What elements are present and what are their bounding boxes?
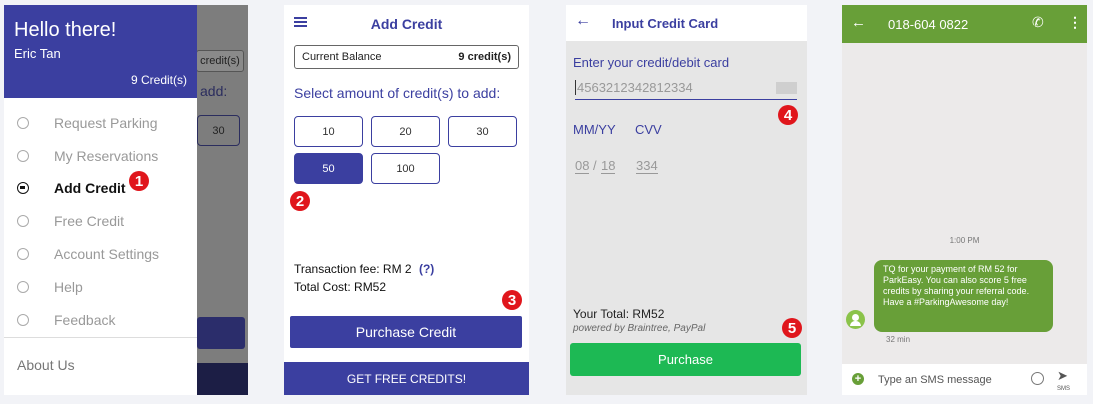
credit-option-50[interactable]: 50 [294, 153, 363, 184]
expiry-label: MM/YY [573, 122, 616, 137]
message-age: 32 min [886, 335, 911, 344]
app-bar: Add Credit [284, 5, 529, 41]
more-options-icon[interactable]: ⋮ [1068, 14, 1082, 31]
nav-label: Feedback [54, 312, 116, 328]
card-number-field[interactable]: 4563212342812334 [575, 80, 797, 100]
input-credit-card-screen: ← Input Credit Card Enter your credit/de… [566, 5, 807, 395]
nav-help[interactable]: Help [4, 272, 197, 302]
nav-account-settings[interactable]: Account Settings [4, 239, 197, 269]
user-name: Eric Tan [14, 46, 61, 61]
page-title: Input Credit Card [612, 16, 719, 31]
nav-request-parking[interactable]: Request Parking [4, 108, 197, 138]
fee-text: Transaction fee: RM 2 [294, 262, 412, 276]
nav-label: My Reservations [54, 148, 159, 164]
your-total: Your Total: RM52 [573, 307, 665, 321]
back-arrow-icon[interactable]: ← [575, 12, 591, 30]
car-icon [17, 117, 29, 129]
credit-option-30[interactable]: 30 [448, 116, 517, 147]
cvv-field[interactable]: 334 [636, 158, 658, 174]
purchase-credit-button[interactable]: Purchase Credit [290, 316, 522, 348]
message-bubble: TQ for your payment of RM 52 for ParkEas… [874, 260, 1053, 332]
sms-send-label: SMS [1057, 386, 1071, 392]
nav-label: Add Credit [54, 180, 126, 196]
compose-bar: + Type an SMS message ➤ SMS [842, 364, 1087, 395]
card-number-value: 4563212342812334 [575, 80, 693, 95]
balance-label: Current Balance [302, 51, 382, 63]
cvv-label: CVV [635, 122, 662, 137]
credit-option-20[interactable]: 20 [371, 116, 440, 147]
greeting: Hello there! [14, 19, 117, 41]
drawer-header: Hello there! Eric Tan 9 Credit(s) [4, 5, 197, 98]
credit-option-100[interactable]: 100 [371, 153, 440, 184]
settings-icon [17, 248, 29, 260]
contact-avatar [846, 310, 865, 329]
credit-icon [17, 182, 29, 194]
bg-balance-fragment: credit(s) [196, 50, 244, 72]
purchase-button[interactable]: Purchase [570, 343, 801, 376]
navigation-drawer-screen: credit(s) add: 30 Hello there! Eric Tan … [4, 5, 248, 395]
balance-value: 9 credit(s) [458, 51, 511, 63]
app-bar: ← Input Credit Card [566, 5, 807, 41]
phone-icon[interactable]: ✆ [1032, 14, 1044, 31]
get-free-credits-button[interactable]: GET FREE CREDITS! [284, 362, 529, 395]
add-attachment-icon[interactable]: + [852, 373, 864, 385]
back-arrow-icon[interactable]: ← [851, 14, 866, 31]
emoji-icon[interactable] [1031, 372, 1044, 385]
credit-count: 9 Credit(s) [130, 73, 187, 87]
bg-purchase-fragment [197, 317, 245, 349]
nav-label: Help [54, 279, 83, 295]
sms-input[interactable]: Type an SMS message [878, 374, 992, 386]
bg-option-fragment: 30 [197, 115, 240, 146]
sms-app-bar: ← 018-604 0822 ✆ ⋮ [842, 5, 1087, 43]
amount-prompt: Select amount of credit(s) to add: [294, 85, 501, 101]
info-icon [17, 281, 29, 293]
nav-my-reservations[interactable]: My Reservations [4, 141, 197, 171]
total-cost: Total Cost: RM52 [294, 280, 387, 294]
gift-icon [17, 215, 29, 227]
expiry-month-field[interactable]: 08 [575, 158, 590, 174]
bg-prompt-fragment: add: [200, 83, 228, 99]
nav-label: Account Settings [54, 246, 160, 262]
phone-number: 018-604 0822 [888, 17, 969, 32]
reservations-icon [17, 150, 29, 162]
page-title: Add Credit [370, 16, 443, 32]
nav-add-credit[interactable]: Add Credit [4, 173, 197, 203]
nav-free-credit[interactable]: Free Credit [4, 206, 197, 236]
step-marker-1: 1 [129, 171, 149, 191]
powered-by: powered by Braintree, PayPal [573, 323, 706, 334]
expiry-separator: / [593, 158, 597, 173]
step-marker-5: 5 [782, 318, 802, 338]
drawer: Hello there! Eric Tan 9 Credit(s) Reques… [4, 5, 197, 395]
step-marker-4: 4 [778, 105, 798, 125]
card-type-icon [776, 82, 797, 94]
nav-feedback[interactable]: Feedback [4, 305, 197, 335]
nav-label: Request Parking [54, 115, 158, 131]
nav-label: Free Credit [54, 213, 125, 229]
sms-screen: ← 018-604 0822 ✆ ⋮ 1:00 PM TQ for your p… [842, 5, 1087, 395]
card-prompt: Enter your credit/debit card [573, 55, 730, 70]
step-marker-2: 2 [290, 191, 310, 211]
transaction-fee: Transaction fee: RM 2 (?) [294, 262, 434, 276]
balance-box: Current Balance 9 credit(s) [294, 45, 519, 69]
divider [4, 337, 197, 338]
send-icon[interactable]: ➤ [1057, 368, 1068, 384]
add-credit-screen: Add Credit Current Balance 9 credit(s) S… [284, 5, 529, 395]
step-marker-3: 3 [502, 290, 522, 310]
fee-help-link[interactable]: (?) [419, 262, 434, 276]
credit-option-10[interactable]: 10 [294, 116, 363, 147]
feedback-icon [17, 314, 29, 326]
bg-free-fragment [197, 363, 248, 395]
about-us-link[interactable]: About Us [17, 357, 75, 373]
message-time: 1:00 PM [949, 236, 980, 245]
expiry-year-field[interactable]: 18 [601, 158, 616, 174]
